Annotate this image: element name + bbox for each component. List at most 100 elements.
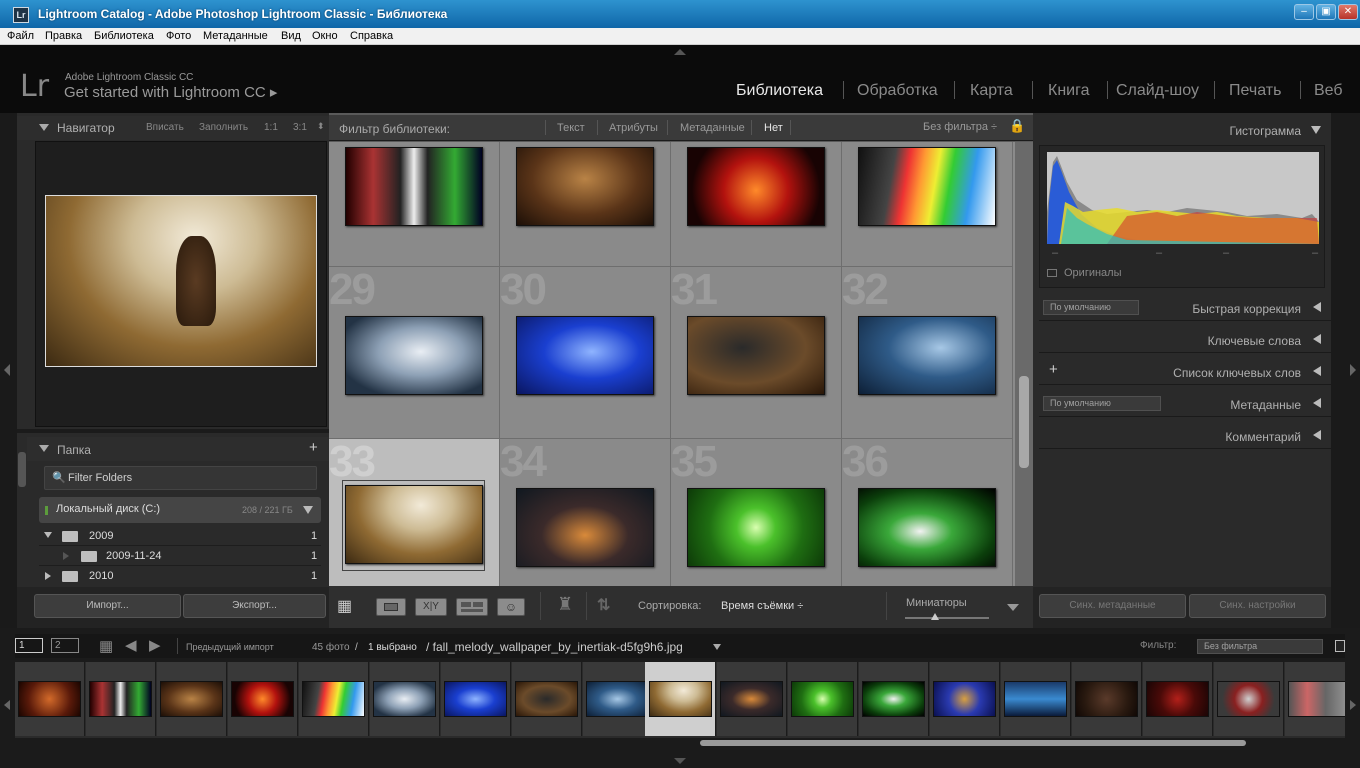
volume-local-disk[interactable]: Локальный диск (C:) 208 / 221 ГБ xyxy=(39,497,321,523)
filter-metadata[interactable]: Метаданные xyxy=(680,122,745,134)
grid-icon[interactable]: ▦ xyxy=(99,637,113,655)
sync-settings-button[interactable]: Синх. настройки xyxy=(1189,594,1326,618)
module-map[interactable]: Карта xyxy=(970,82,1013,100)
collapse-top-icon[interactable] xyxy=(674,49,686,55)
quick-develop-header[interactable]: По умолчанию Быстрая коррекция xyxy=(1039,293,1331,321)
module-print[interactable]: Печать xyxy=(1229,82,1281,100)
restore-button[interactable]: ▣ xyxy=(1316,4,1336,20)
import-button[interactable]: Импорт... xyxy=(34,594,181,618)
add-folder-icon[interactable]: + xyxy=(309,439,318,456)
grid-view-icon[interactable]: ▦ xyxy=(337,598,367,618)
sync-metadata-button[interactable]: Синх. метаданные xyxy=(1039,594,1186,618)
collapse-bottom-icon[interactable] xyxy=(674,758,686,764)
metadata-preset[interactable]: По умолчанию xyxy=(1043,396,1161,411)
menu-metadata[interactable]: Метаданные xyxy=(203,30,268,42)
folder-row[interactable]: 2009-11-24 1 xyxy=(39,546,321,566)
filmstrip-thumb[interactable] xyxy=(1214,662,1284,736)
zoom-fill[interactable]: Заполнить xyxy=(199,122,248,133)
filmstrip-thumb[interactable] xyxy=(930,662,1000,736)
scroll-thumb[interactable] xyxy=(1019,376,1029,468)
menu-photo[interactable]: Фото xyxy=(166,30,191,42)
filmstrip-scrollbar[interactable] xyxy=(700,740,1246,746)
close-button[interactable]: ✕ xyxy=(1338,4,1358,20)
filmstrip-thumb[interactable] xyxy=(15,662,85,736)
menu-window[interactable]: Окно xyxy=(312,30,338,42)
filter-preset-select[interactable]: Без фильтра ÷ xyxy=(923,121,997,133)
filter-attributes[interactable]: Атрибуты xyxy=(609,122,658,134)
chevron-down-icon[interactable] xyxy=(713,644,721,650)
metadata-header[interactable]: По умолчанию Метаданные xyxy=(1039,389,1331,417)
source-label[interactable]: Предыдущий импорт xyxy=(186,642,274,652)
grid-cell[interactable] xyxy=(671,142,842,267)
spray-can-icon[interactable]: ♜ xyxy=(557,594,573,615)
sort-select[interactable]: Время съёмки ÷ xyxy=(721,600,803,612)
menu-edit[interactable]: Правка xyxy=(45,30,82,42)
grid-cell[interactable]: 29 xyxy=(329,265,500,439)
export-button[interactable]: Экспорт... xyxy=(183,594,326,618)
lock-icon[interactable]: 🔒 xyxy=(1009,118,1025,134)
filmstrip-thumb[interactable] xyxy=(370,662,440,736)
forward-arrow-icon[interactable]: ▶ xyxy=(149,636,161,654)
module-book[interactable]: Книга xyxy=(1048,82,1089,100)
zoom-3-1[interactable]: 3:1 xyxy=(293,122,307,133)
selected-filename[interactable]: / fall_melody_wallpaper_by_inertiak-d5fg… xyxy=(426,640,683,654)
compare-view-icon[interactable]: X|Y xyxy=(415,598,447,616)
secondary-window-button[interactable]: 2 xyxy=(51,638,79,653)
filmstrip-thumb-selected[interactable] xyxy=(645,662,716,736)
filmstrip-thumb[interactable] xyxy=(299,662,369,736)
filmstrip-thumb[interactable] xyxy=(717,662,787,736)
sort-direction-icon[interactable]: ⇅ xyxy=(597,595,610,615)
grid-cell[interactable] xyxy=(842,142,1013,267)
menu-help[interactable]: Справка xyxy=(350,30,393,42)
filter-toggle-icon[interactable] xyxy=(1335,640,1345,652)
quick-develop-preset[interactable]: По умолчанию xyxy=(1043,300,1139,315)
comments-header[interactable]: Комментарий xyxy=(1039,421,1331,449)
grid-cell[interactable]: 35 xyxy=(671,437,842,586)
module-library[interactable]: Библиотека xyxy=(736,82,823,100)
folder-row[interactable]: 2010 1 xyxy=(39,566,321,586)
filmstrip-thumb[interactable] xyxy=(1072,662,1142,736)
grid-cell[interactable]: 30 xyxy=(500,265,671,439)
filmstrip-thumb[interactable] xyxy=(788,662,858,736)
thumbnail-size-slider[interactable] xyxy=(905,617,989,619)
navigator-preview[interactable] xyxy=(35,141,327,427)
grid-cell[interactable] xyxy=(500,142,671,267)
module-develop[interactable]: Обработка xyxy=(857,82,938,100)
navigator-header[interactable]: Навигатор Вписать Заполнить 1:1 3:1 ⬍ xyxy=(17,116,329,140)
filmstrip-thumb[interactable] xyxy=(1143,662,1213,736)
collapse-right-icon[interactable] xyxy=(1350,364,1356,376)
filmstrip-thumb[interactable] xyxy=(441,662,511,736)
folder-row[interactable]: 2009 1 xyxy=(39,526,321,546)
originals-checkbox[interactable] xyxy=(1047,269,1057,277)
filmstrip-thumb[interactable] xyxy=(1001,662,1071,736)
filmstrip-thumb[interactable] xyxy=(1285,662,1345,736)
module-web[interactable]: Веб xyxy=(1314,82,1343,100)
filter-folders-input[interactable]: 🔍 Filter Folders xyxy=(44,466,317,490)
filmstrip-thumb[interactable] xyxy=(512,662,582,736)
grid-cell-selected[interactable]: 33 xyxy=(329,437,500,586)
collapse-left-icon[interactable] xyxy=(4,364,10,376)
zoom-fit[interactable]: Вписать xyxy=(146,122,184,133)
zoom-stepper-icon[interactable]: ⬍ xyxy=(317,121,325,132)
grid-cell[interactable] xyxy=(329,142,500,267)
keyword-list-header[interactable]: + Список ключевых слов xyxy=(1039,357,1331,385)
primary-window-button[interactable]: 1 xyxy=(15,638,43,653)
add-keyword-icon[interactable]: + xyxy=(1049,361,1058,378)
menu-view[interactable]: Вид xyxy=(281,30,301,42)
histogram-header[interactable]: Гистограмма xyxy=(1039,117,1331,143)
back-arrow-icon[interactable]: ◀ xyxy=(125,636,137,654)
filmstrip-thumb[interactable] xyxy=(86,662,156,736)
minimize-button[interactable]: – xyxy=(1294,4,1314,20)
filmstrip-thumb[interactable] xyxy=(859,662,929,736)
grid-scrollbar[interactable] xyxy=(1015,142,1033,586)
loupe-view-icon[interactable] xyxy=(376,598,406,616)
module-slideshow[interactable]: Слайд-шоу xyxy=(1116,82,1199,100)
filmstrip-thumb[interactable] xyxy=(228,662,298,736)
people-view-icon[interactable]: ☺ xyxy=(497,598,525,616)
filmstrip-left-icon[interactable] xyxy=(4,700,10,710)
menu-file[interactable]: Файл xyxy=(7,30,34,42)
filmstrip-thumb[interactable] xyxy=(583,662,653,736)
slider-handle[interactable] xyxy=(931,613,939,620)
keywording-header[interactable]: Ключевые слова xyxy=(1039,325,1331,353)
grid-cell[interactable]: 31 xyxy=(671,265,842,439)
